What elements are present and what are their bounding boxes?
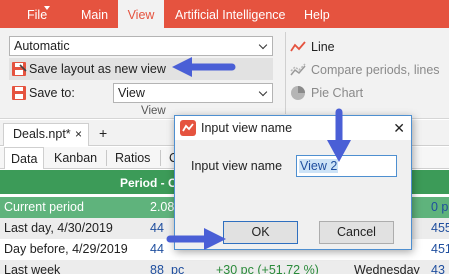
tab-view[interactable]: View	[118, 0, 164, 28]
row-unit: pc	[171, 263, 185, 274]
chevron-down-icon	[258, 40, 268, 50]
row-right-value: 43	[431, 263, 445, 274]
ribbon-tab-bar: File Main View Artificial Intelligence H…	[0, 0, 449, 28]
tab-data[interactable]: Data	[4, 147, 45, 169]
file-caret-icon	[44, 6, 50, 10]
cancel-button[interactable]: Cancel	[319, 221, 394, 244]
row-change: +30 pc (+51.72 %)	[216, 263, 319, 274]
tab-ai-label: Artificial Intelligence	[175, 8, 286, 22]
ok-button[interactable]: OK	[223, 221, 298, 244]
pie-chart-icon	[291, 86, 305, 100]
add-tab-button[interactable]: +	[99, 123, 107, 144]
dialog-title-bar[interactable]: Input view name ✕	[175, 116, 411, 140]
table-row[interactable]: Last week 88 pc +30 pc (+51.72 %) Wednes…	[0, 260, 449, 274]
tab-artificial-intelligence[interactable]: Artificial Intelligence	[175, 0, 285, 28]
line-chart-button[interactable]: Line	[290, 37, 335, 57]
row-value: 44	[150, 221, 164, 235]
line-chart-label: Line	[311, 40, 335, 54]
row-value: 88	[150, 263, 164, 274]
save-to-label-row: Save to:	[9, 82, 109, 104]
tab-main-label: Main	[81, 8, 109, 22]
row-label: Current period	[4, 200, 84, 214]
tab-file[interactable]: File	[27, 0, 47, 28]
document-tab-label: Deals.npt*	[13, 127, 71, 141]
tab-help[interactable]: Help	[304, 0, 330, 28]
arrow-right-icon	[166, 228, 226, 250]
tab-data-label: Data	[11, 152, 38, 166]
row-weekday: Wednesday	[354, 263, 420, 274]
close-tab-icon[interactable]: ×	[75, 124, 82, 145]
line-chart-icon	[290, 41, 306, 52]
ribbon-separator	[285, 32, 286, 114]
period-header-label: Period - C	[120, 176, 177, 190]
save-to-combo[interactable]: View	[113, 83, 273, 103]
tab-ratios[interactable]: Ratios	[109, 147, 156, 169]
close-icon[interactable]: ✕	[393, 116, 405, 140]
save-icon	[12, 86, 26, 100]
view-mode-value: Automatic	[14, 39, 70, 53]
save-to-value: View	[118, 86, 145, 100]
save-layout-icon	[12, 62, 27, 76]
view-group-label: View	[141, 105, 166, 117]
dialog-title: Input view name	[201, 121, 293, 135]
tab-view-label: View	[127, 8, 155, 22]
compare-periods-button[interactable]: Compare periods, lines	[290, 60, 440, 80]
row-label: Day before, 4/29/2019	[4, 242, 128, 256]
pie-chart-label: Pie Chart	[311, 86, 364, 100]
arrow-left-icon	[172, 57, 236, 77]
compare-lines-icon	[290, 63, 306, 76]
save-to-label: Save to:	[29, 86, 75, 100]
tab-separator	[160, 150, 161, 166]
row-value: 2.08	[150, 200, 175, 214]
arrow-down-icon	[327, 108, 351, 162]
row-right-value: 455	[431, 221, 449, 235]
pie-chart-button[interactable]: Pie Chart	[290, 83, 363, 103]
view-name-label: Input view name	[191, 159, 283, 173]
compare-periods-label: Compare periods, lines	[311, 63, 440, 77]
save-layout-label: Save layout as new view	[29, 62, 166, 76]
chevron-down-icon	[258, 87, 268, 97]
tab-kanban-label: Kanban	[54, 151, 98, 165]
row-label: Last day, 4/30/2019	[4, 221, 113, 235]
view-mode-combo[interactable]: Automatic	[9, 36, 273, 56]
row-right-value: 451	[431, 242, 449, 256]
tab-help-label: Help	[304, 8, 330, 22]
row-value: 44	[150, 242, 164, 256]
row-right-value: 0 p	[431, 200, 449, 214]
app-icon	[180, 120, 196, 136]
tab-main[interactable]: Main	[81, 0, 108, 28]
row-label: Last week	[4, 263, 61, 274]
tab-ratios-label: Ratios	[115, 151, 151, 165]
tab-kanban[interactable]: Kanban	[48, 147, 103, 169]
tab-separator	[106, 150, 107, 166]
tab-file-label: File	[27, 8, 48, 22]
document-tab-deals[interactable]: Deals.npt* ×	[3, 123, 89, 146]
